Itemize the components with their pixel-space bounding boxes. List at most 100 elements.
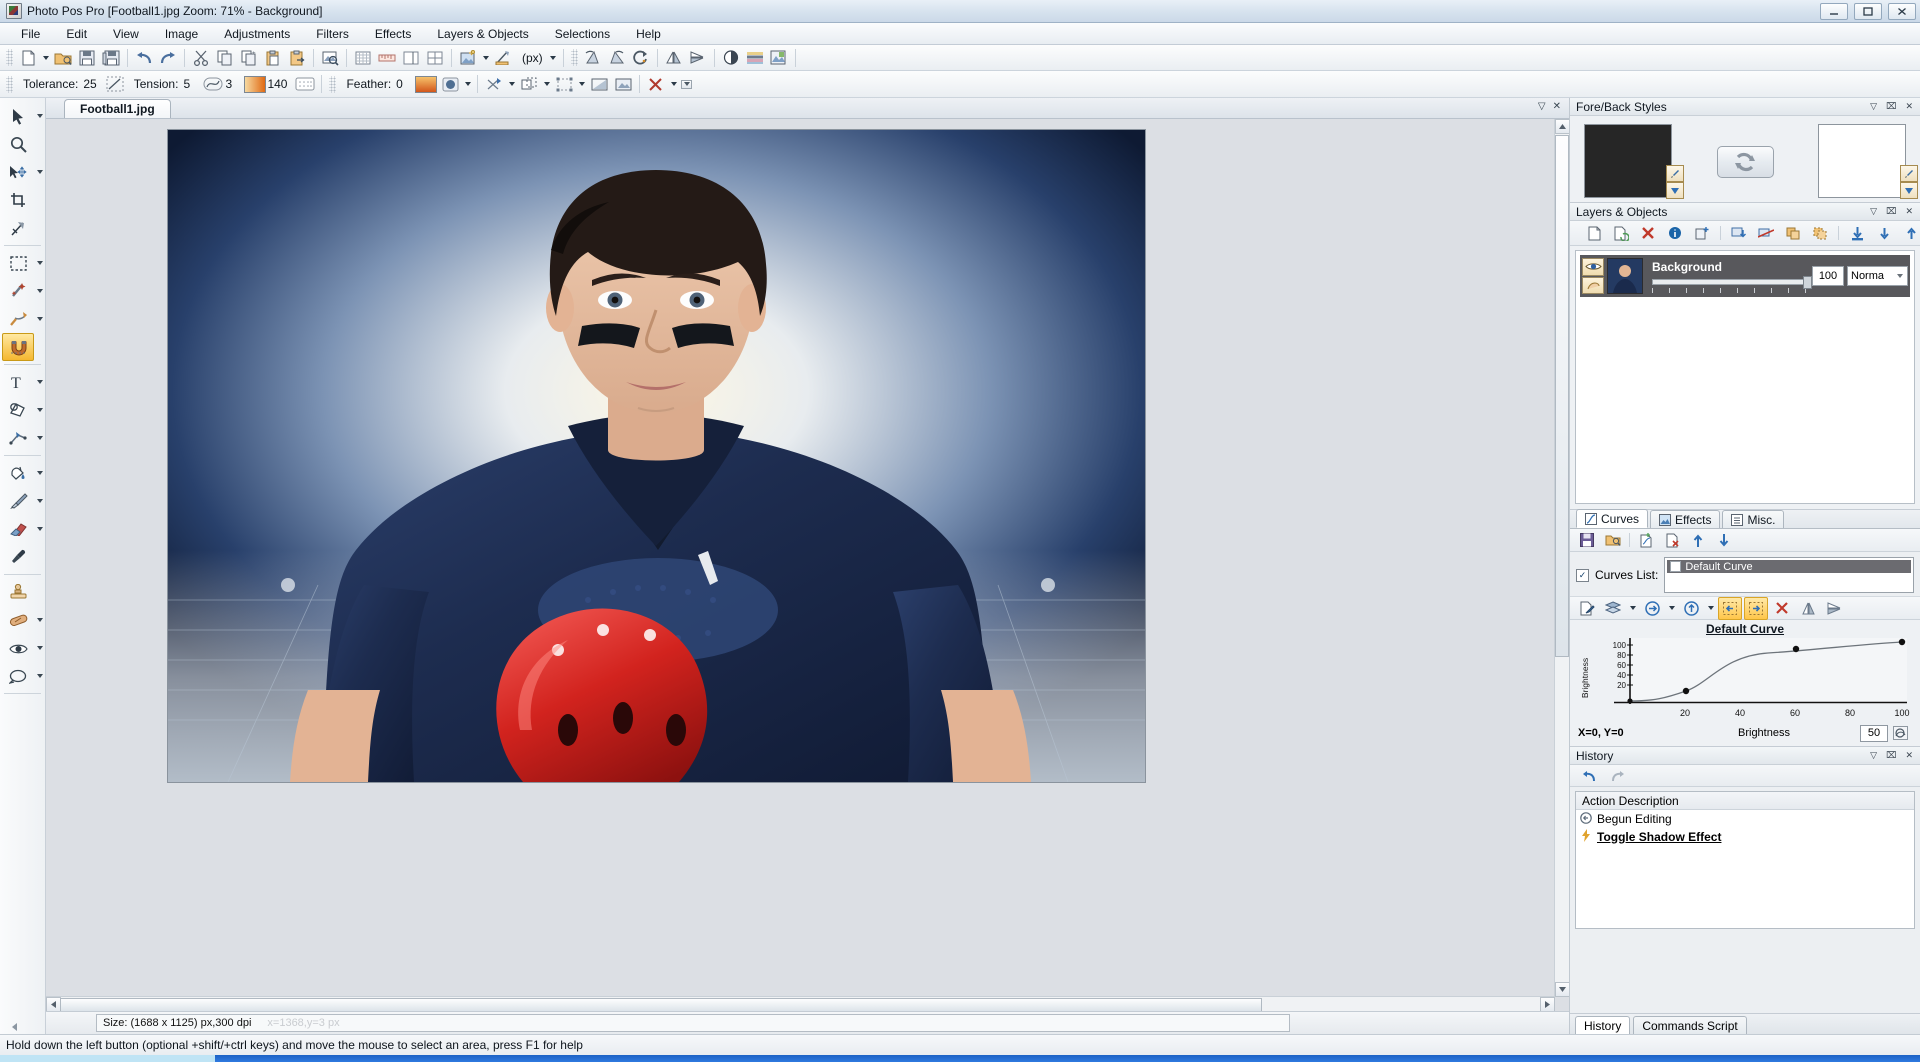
lock-layer-icon[interactable] <box>1582 277 1604 295</box>
opacity-knob[interactable] <box>1803 276 1812 289</box>
layer-list[interactable]: Background 100 Norma <box>1575 250 1915 504</box>
layer-opacity-value[interactable]: 100 <box>1812 266 1844 286</box>
apply-right-dropdown-icon[interactable] <box>1666 598 1677 619</box>
foreground-dropdown-icon[interactable] <box>1666 182 1684 199</box>
image-resize-icon[interactable] <box>456 46 480 69</box>
shift-left-icon[interactable] <box>1718 597 1742 620</box>
remove-curve-icon[interactable] <box>1660 529 1684 552</box>
history-pin-icon[interactable]: ⌧ <box>1886 751 1896 760</box>
red-eye-dropdown-icon[interactable] <box>34 646 45 650</box>
move-curve-up-icon[interactable] <box>1686 529 1710 552</box>
points-value[interactable]: 3 <box>225 77 237 91</box>
channels-dropdown-icon[interactable] <box>1627 598 1638 619</box>
brightness-contrast-icon[interactable] <box>719 46 743 69</box>
paste-icon[interactable] <box>261 46 285 69</box>
options-overflow-spinner[interactable] <box>681 80 692 89</box>
menu-view[interactable]: View <box>100 25 152 43</box>
preview-icon[interactable] <box>1888 722 1912 745</box>
close-button[interactable] <box>1888 3 1916 20</box>
redo-arrow-icon[interactable] <box>1606 764 1630 787</box>
menu-effects[interactable]: Effects <box>362 25 424 43</box>
tab-misc[interactable]: Misc. <box>1722 510 1784 528</box>
layers-pin-icon[interactable]: ⌧ <box>1886 207 1896 216</box>
red-eye-tool[interactable] <box>2 634 34 662</box>
scroll-right-button[interactable] <box>1540 997 1555 1011</box>
pointer-tool[interactable] <box>2 102 34 130</box>
move-tool-dropdown-icon[interactable] <box>34 170 45 174</box>
bring-forward-icon[interactable] <box>1899 222 1920 245</box>
mirror-vertical-icon[interactable] <box>1822 597 1846 620</box>
undo-arrow-icon[interactable] <box>1577 764 1601 787</box>
apply-right-icon[interactable] <box>1640 597 1664 620</box>
scroll-up-button[interactable] <box>1555 119 1569 134</box>
text-tool-dropdown-icon[interactable] <box>34 380 45 384</box>
curve-item-checkbox[interactable] <box>1670 561 1681 572</box>
flip-horizontal-icon[interactable] <box>662 46 686 69</box>
healing-brush-tool[interactable] <box>2 606 34 634</box>
swap-colors-icon[interactable] <box>1717 146 1774 178</box>
apply-up-icon[interactable] <box>1679 597 1703 620</box>
document-close-icon[interactable]: ✕ <box>1553 101 1561 112</box>
cut-icon[interactable] <box>189 46 213 69</box>
new-layer-icon[interactable] <box>1582 222 1606 245</box>
delete-layer-icon[interactable] <box>1636 222 1660 245</box>
image-resize-dropdown-icon[interactable] <box>480 47 491 68</box>
toolbox-resize-grip[interactable] <box>0 1020 45 1034</box>
menu-file[interactable]: File <box>8 25 53 43</box>
vertical-scroll-thumb[interactable] <box>1555 135 1569 657</box>
ungroup-objects-icon[interactable] <box>1808 222 1832 245</box>
curve-smooth-icon[interactable] <box>201 73 225 96</box>
foreback-collapse-icon[interactable]: ▽ <box>1870 102 1877 111</box>
tab-commands-script[interactable]: Commands Script <box>1633 1016 1746 1034</box>
rotate-free-icon[interactable] <box>629 46 653 69</box>
add-curve-icon[interactable] <box>1634 529 1658 552</box>
group-objects-icon[interactable] <box>1781 222 1805 245</box>
save-curve-icon[interactable] <box>1575 529 1599 552</box>
scroll-down-button[interactable] <box>1555 982 1569 997</box>
shape-style-icon[interactable] <box>438 73 462 96</box>
curves-list-checkbox[interactable]: ✓ <box>1576 569 1589 582</box>
foreground-color-swatch[interactable] <box>1584 124 1672 198</box>
delete-point-icon[interactable] <box>1770 597 1794 620</box>
selection-gradient-icon[interactable] <box>587 73 611 96</box>
foreback-pin-icon[interactable]: ⌧ <box>1886 102 1896 111</box>
print-preview-icon[interactable] <box>318 46 342 69</box>
shift-right-icon[interactable] <box>1744 597 1768 620</box>
layers-collapse-icon[interactable]: ▽ <box>1870 207 1877 216</box>
rect-select-dropdown-icon[interactable] <box>34 261 45 265</box>
menu-layers-objects[interactable]: Layers & Objects <box>424 25 541 43</box>
move-curve-down-icon[interactable] <box>1712 529 1736 552</box>
grid-icon[interactable] <box>351 46 375 69</box>
canvas-size-icon[interactable] <box>423 46 447 69</box>
magnetic-lasso-tool[interactable] <box>2 333 34 361</box>
menu-edit[interactable]: Edit <box>53 25 100 43</box>
selection-extra-icon[interactable] <box>611 73 635 96</box>
fill-style-swatch[interactable] <box>414 73 438 96</box>
layer-opacity-slider[interactable] <box>1652 276 1809 287</box>
menu-help[interactable]: Help <box>623 25 674 43</box>
rect-select-tool[interactable] <box>2 249 34 277</box>
save-as-icon[interactable] <box>99 46 123 69</box>
shape-tool[interactable] <box>2 396 34 424</box>
document-collapse-icon[interactable]: ▽ <box>1538 101 1546 112</box>
guides-icon[interactable] <box>399 46 423 69</box>
duplicate-layer-icon[interactable] <box>1609 222 1633 245</box>
width-value[interactable]: 140 <box>267 77 287 91</box>
shape-style-dropdown-icon[interactable] <box>462 74 473 95</box>
selection-combine-icon[interactable] <box>517 73 541 96</box>
tension-value[interactable]: 5 <box>183 77 195 91</box>
menu-image[interactable]: Image <box>152 25 211 43</box>
menu-filters[interactable]: Filters <box>303 25 362 43</box>
redo-icon[interactable] <box>156 46 180 69</box>
clear-selection-dropdown-icon[interactable] <box>668 74 679 95</box>
table-row[interactable]: Background 100 Norma <box>1580 255 1910 297</box>
feather-value[interactable]: 0 <box>396 77 408 91</box>
smudge-tool[interactable] <box>2 662 34 690</box>
flip-vertical-icon[interactable] <box>686 46 710 69</box>
eye-icon[interactable] <box>1582 258 1604 276</box>
antialias-icon[interactable] <box>103 73 127 96</box>
new-file-icon[interactable] <box>16 46 40 69</box>
selection-transform-icon[interactable] <box>552 73 576 96</box>
paste-into-icon[interactable] <box>285 46 309 69</box>
edit-curve-icon[interactable] <box>1575 597 1599 620</box>
